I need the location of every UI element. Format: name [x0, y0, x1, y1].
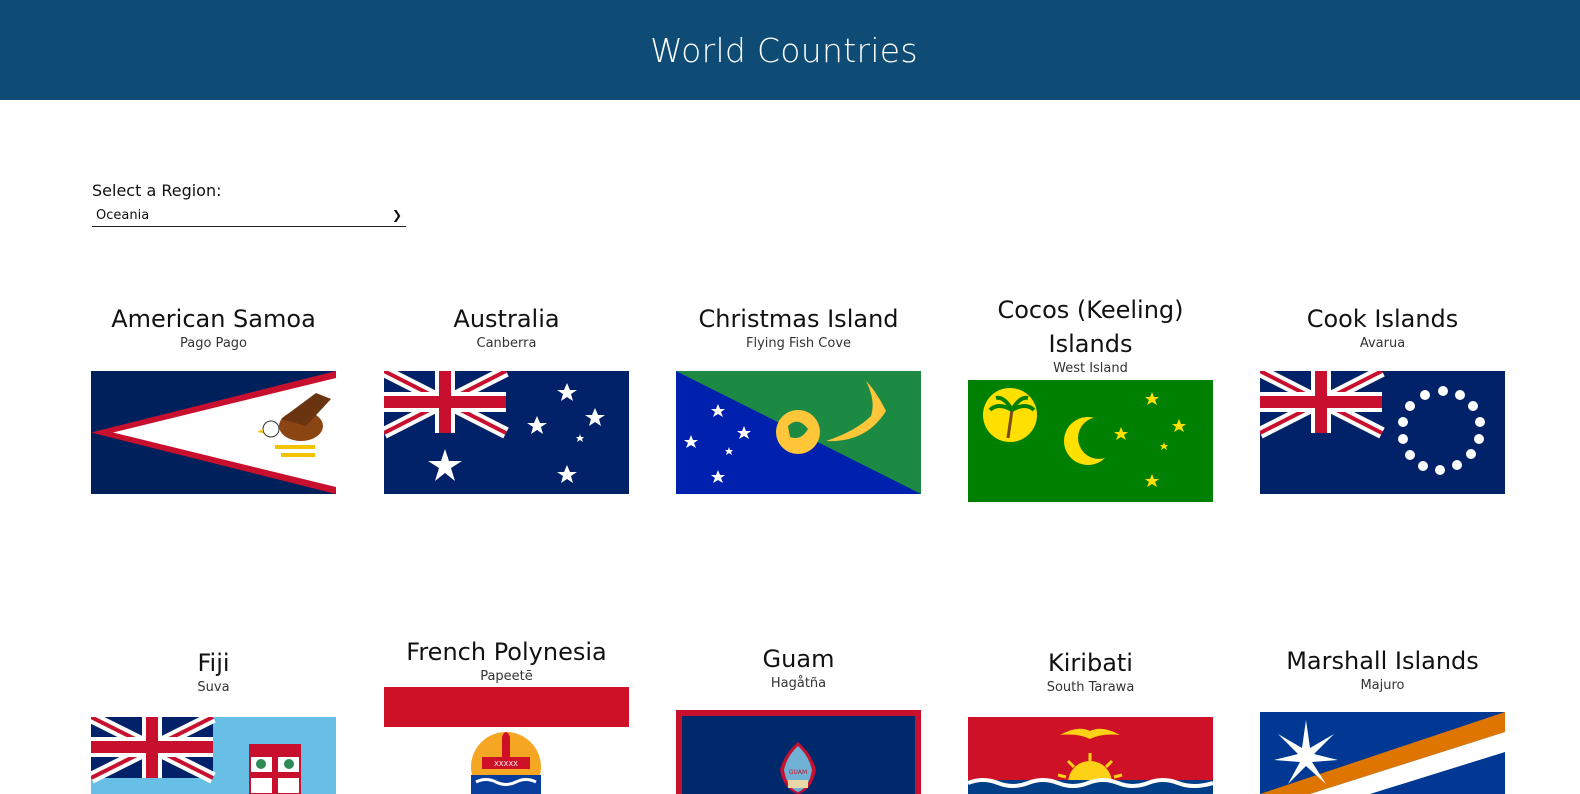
svg-text:XXXXX: XXXXX: [494, 760, 518, 768]
country-name: Cocos (Keeling) Islands: [997, 296, 1184, 358]
country-card[interactable]: French Polynesia Papeetē: [384, 635, 629, 685]
country-card[interactable]: Guam Hagåtña: [676, 642, 921, 692]
svg-text:GUAM: GUAM: [789, 769, 807, 776]
country-card[interactable]: Marshall Islands Majuro: [1260, 644, 1505, 694]
country-card[interactable]: Christmas Island Flying Fish Cove: [676, 302, 921, 352]
country-card[interactable]: Cocos (Keeling) Islands West Island: [968, 293, 1213, 377]
region-select[interactable]: Oceania ❯: [92, 204, 406, 227]
country-capital: West Island: [1053, 361, 1128, 376]
region-select-value: Oceania: [96, 208, 150, 223]
marshall-islands-flag-icon[interactable]: [1260, 712, 1505, 794]
country-capital: Canberra: [476, 336, 537, 351]
american-samoa-flag-icon[interactable]: [91, 371, 336, 494]
australia-flag-icon[interactable]: [384, 371, 629, 494]
christmas-island-flag-icon[interactable]: [676, 371, 921, 494]
country-card[interactable]: Fiji Suva: [91, 646, 336, 696]
country-name: American Samoa: [111, 305, 316, 333]
country-card[interactable]: Australia Canberra: [384, 302, 629, 352]
country-capital: Flying Fish Cove: [745, 336, 852, 351]
region-filter: Select a Region: Oceania ❯: [92, 181, 408, 227]
country-capital: South Tarawa: [1046, 680, 1135, 695]
country-capital: Papeetē: [480, 669, 533, 684]
country-name: Guam: [762, 645, 835, 673]
cook-islands-flag-icon[interactable]: [1260, 371, 1505, 494]
country-name: Christmas Island: [698, 305, 899, 333]
country-card[interactable]: Kiribati South Tarawa: [968, 646, 1213, 696]
fiji-flag-icon[interactable]: [91, 717, 336, 794]
country-capital: Avarua: [1359, 336, 1406, 351]
french-polynesia-flag-icon[interactable]: XXXXX: [384, 687, 629, 794]
country-name: Kiribati: [1048, 649, 1133, 677]
chevron-down-icon: ❯: [391, 208, 402, 222]
country-name: Australia: [453, 305, 560, 333]
country-capital: Hagåtña: [770, 676, 827, 691]
country-capital: Suva: [197, 680, 230, 695]
country-capital: Pago Pago: [180, 336, 247, 351]
country-name: Fiji: [197, 649, 230, 677]
country-name: Marshall Islands: [1286, 647, 1479, 675]
country-capital: Majuro: [1360, 678, 1405, 693]
kiribati-flag-icon[interactable]: [968, 717, 1213, 794]
page-header: World Countries: [0, 0, 1580, 100]
page-title: World Countries: [650, 30, 918, 70]
cocos-keeling-islands-flag-icon[interactable]: [968, 380, 1213, 502]
country-name: French Polynesia: [406, 638, 607, 666]
country-card[interactable]: American Samoa Pago Pago: [91, 302, 336, 352]
guam-flag-icon[interactable]: GUAM: [676, 710, 921, 794]
country-card[interactable]: Cook Islands Avarua: [1260, 302, 1505, 352]
region-select-label: Select a Region:: [92, 181, 222, 200]
country-name: Cook Islands: [1306, 305, 1459, 333]
